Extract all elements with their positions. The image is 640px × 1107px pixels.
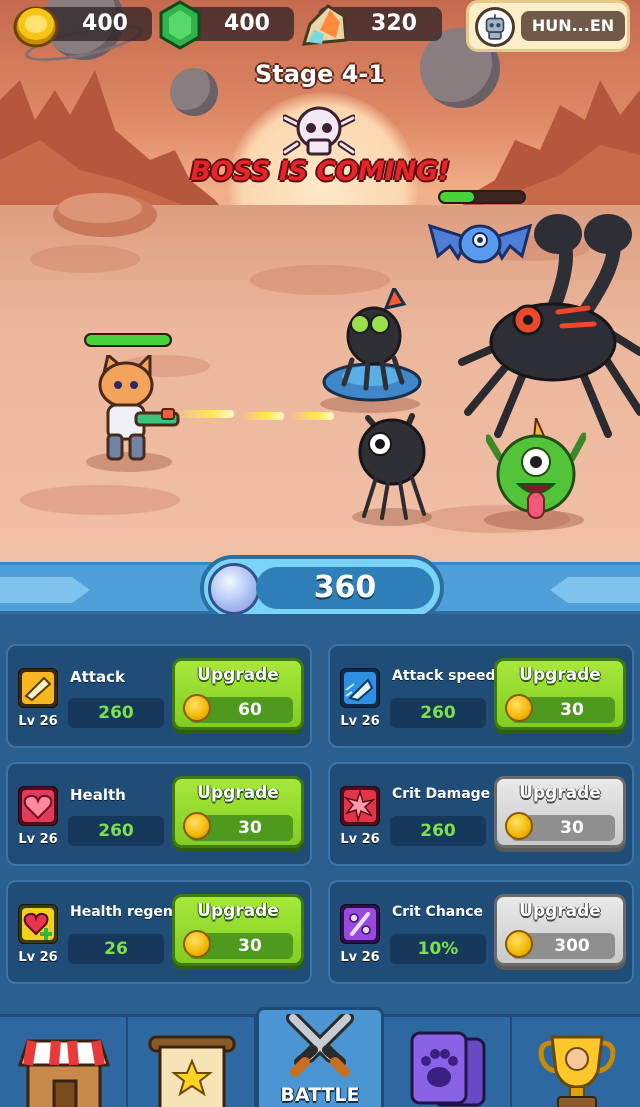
upgrade-level: Lv 26 [18,950,58,965]
nav-battle[interactable]: BATTLE [256,1007,384,1107]
upgrade-button-label: Upgrade [197,783,279,803]
upgrade-button-label: Upgrade [519,783,601,803]
upgrade-value: 10% [390,934,486,964]
upgrade-level: Lv 26 [340,714,380,729]
banner-arrow-right [550,577,640,603]
upgrade-level: Lv 26 [340,832,380,847]
profile-button[interactable]: HUN...EN [466,0,630,52]
paw-cards-icon [410,1031,486,1107]
nav-leaderboard[interactable] [512,1017,640,1107]
coin-icon [505,930,533,958]
orb-counter: 360 [200,555,444,621]
player-health-fill [86,335,170,345]
battle-scene: Stage 4-1 BOSS IS COMING! [0,0,640,562]
crit-burst-icon [340,786,380,826]
stage-title: Stage 4-1 [254,60,386,88]
heart-plus-icon [18,904,58,944]
bullet [176,410,234,418]
coin-icon [183,694,211,722]
boss-health-bar [438,190,526,204]
upgrade-label: Health regen [70,904,173,920]
nav-battle-label: BATTLE [280,1084,360,1106]
coin-icon [183,812,211,840]
boss-health-fill [440,192,474,202]
boss-warning: BOSS IS COMING! [190,156,450,187]
upgrade-card-attack-speed: Lv 26 Attack speed 260 Upgrade 30 [328,644,634,748]
bullet [290,412,334,420]
upgrade-card-health: Lv 26 Health 260 Upgrade 30 [6,762,312,866]
upgrade-value: 260 [390,698,486,728]
robot-avatar-icon [475,7,515,47]
upgrade-panel: Lv 26 Attack 260 Upgrade 60 Lv 26 Attack… [0,614,640,1014]
heart-icon [18,786,58,826]
nav-pets[interactable] [384,1017,512,1107]
ufo-alien-enemy [322,288,422,402]
upgrade-button-label: Upgrade [519,901,601,921]
nav-shop[interactable] [0,1017,128,1107]
percent-icon [340,904,380,944]
upgrade-attack-button[interactable]: Upgrade 60 [172,658,304,730]
profile-name: HUN...EN [521,11,625,41]
crystal-amount: 320 [371,11,417,36]
player-health-bar [84,333,172,347]
player-cat-character [98,355,180,461]
gem-amount: 400 [224,11,270,36]
upgrade-label: Attack [70,668,125,686]
upgrade-card-crit-damage: Lv 26 Crit Damage 260 Upgrade 30 [328,762,634,866]
orb-amount: 360 [256,567,434,609]
bottom-nav: BATTLE [0,1007,640,1107]
coin-icon [13,6,59,48]
coin-icon [505,694,533,722]
bullet-attack-icon [18,668,58,708]
upgrade-label: Crit Damage [392,786,491,802]
upgrade-attack-speed-button[interactable]: Upgrade 30 [494,658,626,730]
spirit-orb-icon [208,563,260,615]
upgrade-button-label: Upgrade [519,665,601,685]
speed-bullet-icon [340,668,380,708]
green-cyclops-enemy [486,418,586,519]
upgrade-health-button[interactable]: Upgrade 30 [172,776,304,848]
green-gem-icon [159,0,201,50]
skull-icon [283,106,355,156]
upgrade-level: Lv 26 [18,832,58,847]
upgrade-value: 260 [390,816,486,846]
upgrade-value: 26 [68,934,164,964]
upgrade-button-label: Upgrade [197,665,279,685]
nav-missions[interactable] [128,1017,256,1107]
upgrade-level: Lv 26 [340,950,380,965]
trophy-icon [538,1035,616,1107]
rock [53,193,157,237]
shop-icon [17,1039,111,1107]
upgrade-value: 260 [68,816,164,846]
bomb-spider-enemy [358,413,426,520]
upgrade-health-regen-button[interactable]: Upgrade 30 [172,894,304,966]
scroll-star-icon [148,1035,236,1107]
upgrade-value: 260 [68,698,164,728]
bullet [240,412,284,420]
giant-spider-boss [458,214,640,438]
upgrade-label: Attack speed [392,668,496,684]
upgrade-crit-damage-button[interactable]: Upgrade 30 [494,776,626,848]
banner-arrow-left [0,577,90,603]
crystal-rock-icon [301,4,348,46]
coin-amount: 400 [82,11,128,36]
upgrade-label: Crit Chance [392,904,483,920]
upgrade-button-label: Upgrade [197,901,279,921]
upgrade-card-attack: Lv 26 Attack 260 Upgrade 60 [6,644,312,748]
upgrade-label: Health [70,786,126,804]
upgrade-level: Lv 26 [18,714,58,729]
crossed-swords-icon [286,1014,354,1077]
upgrade-card-crit-chance: Lv 26 Crit Chance 10% Upgrade 300 [328,880,634,984]
upgrade-crit-chance-button[interactable]: Upgrade 300 [494,894,626,966]
upgrade-card-health-regen: Lv 26 Health regen 26 Upgrade 30 [6,880,312,984]
coin-icon [505,812,533,840]
coin-icon [183,930,211,958]
